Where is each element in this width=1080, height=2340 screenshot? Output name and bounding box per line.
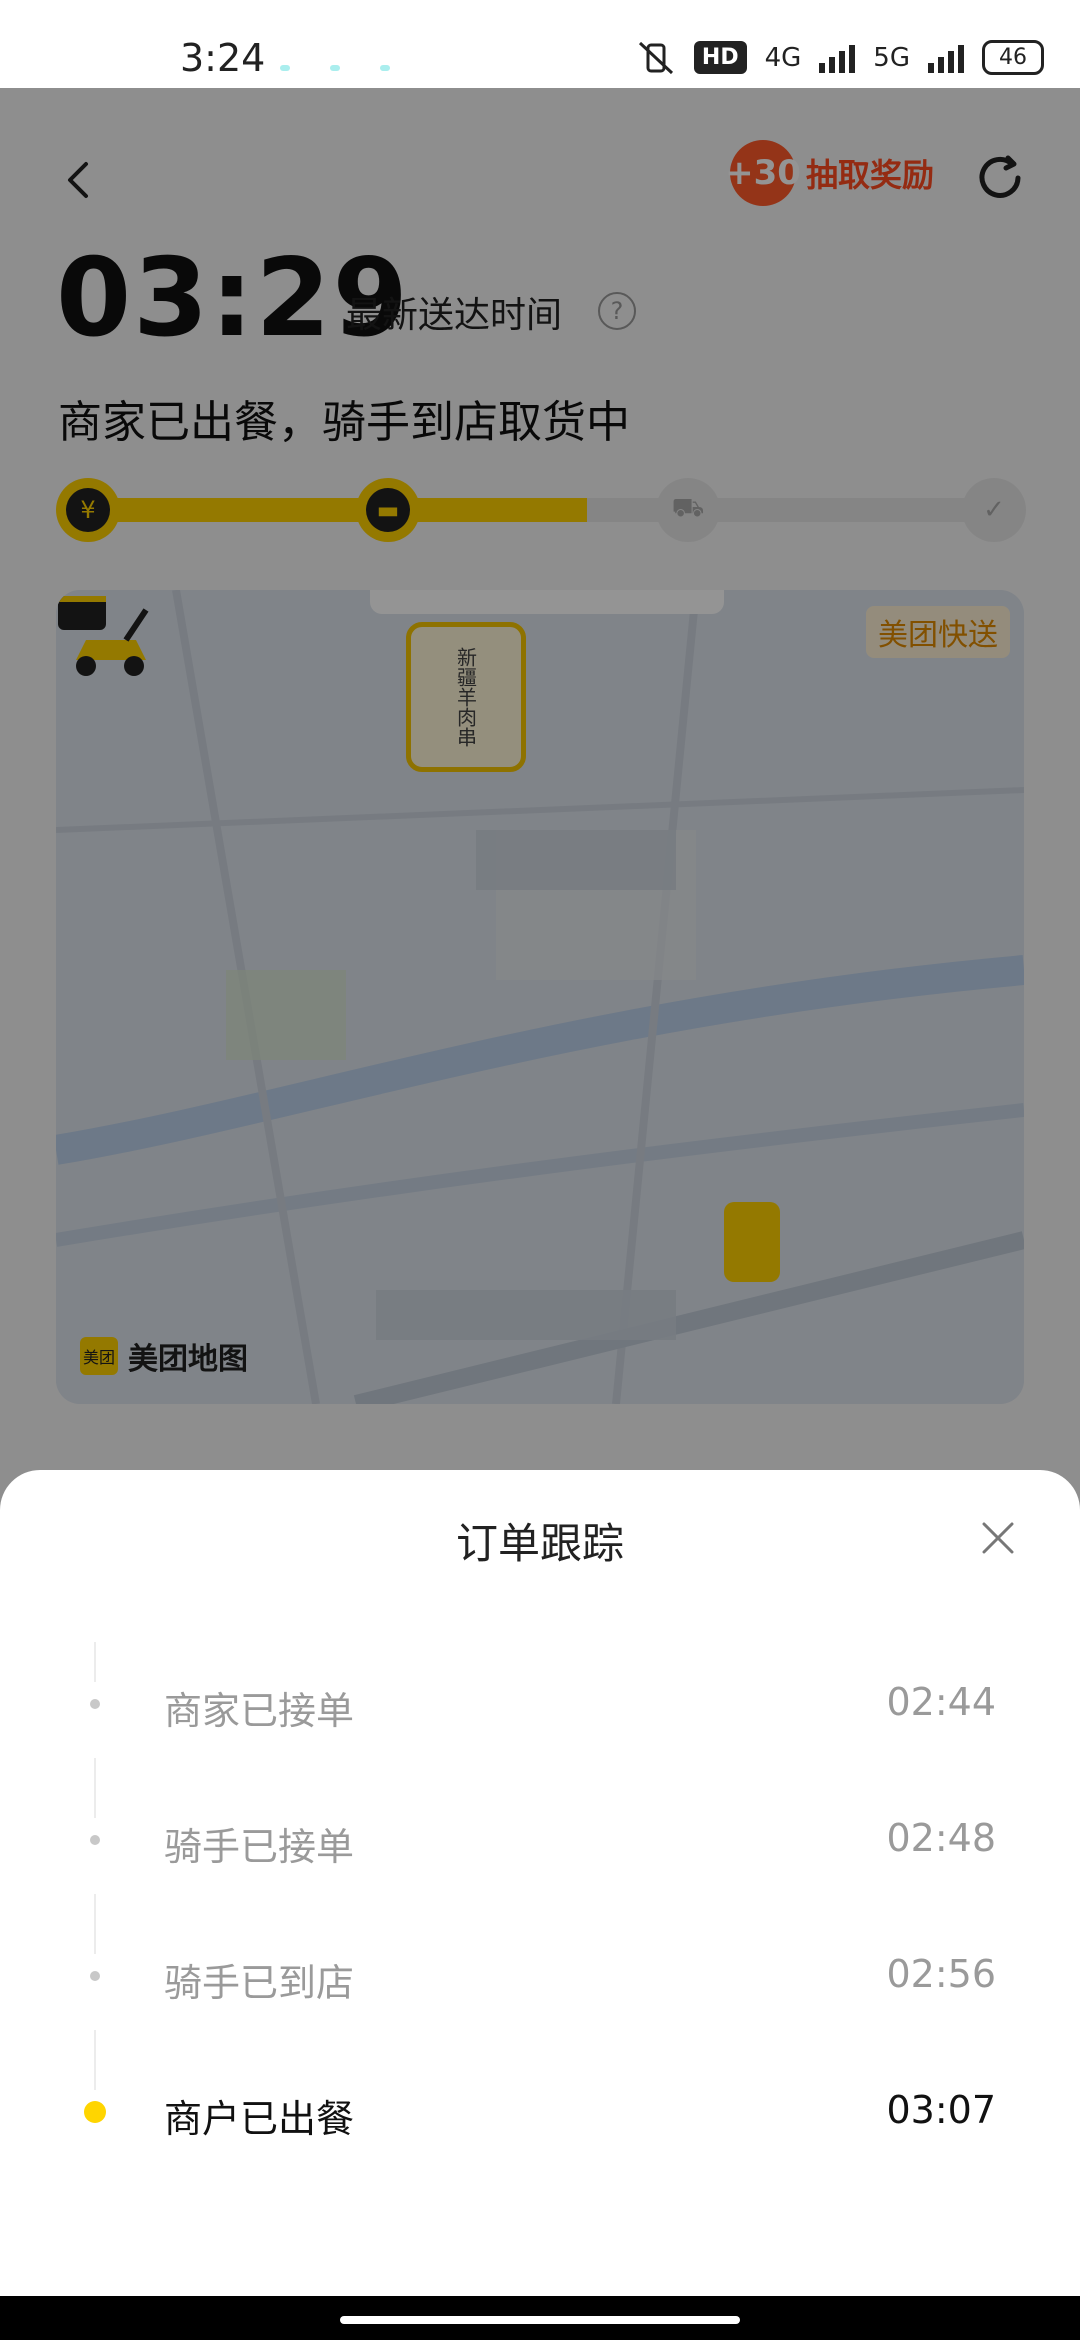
event-time: 02:48: [886, 1816, 996, 1860]
order-tracking-sheet: 订单跟踪 商家已接单 02:44 骑手已接单 02:48 骑手已到店 02:56…: [0, 1470, 1080, 2300]
mute-vibrate-icon: [638, 41, 673, 74]
event-label: 商户已出餐: [164, 2097, 355, 2141]
status-bar: 3:24 HD 4G 5G 46: [0, 0, 1080, 88]
timeline-event: 骑手已到店 02:56: [0, 1942, 1080, 2012]
event-label: 骑手已接单: [164, 1825, 355, 1869]
signal-icon-1: [819, 43, 856, 73]
timeline-dot: [90, 1835, 100, 1845]
sheet-title: 订单跟踪: [455, 1519, 624, 1568]
event-label: 商家已接单: [164, 1689, 355, 1733]
close-icon[interactable]: [976, 1516, 1020, 1560]
status-icons: HD 4G 5G 46: [636, 40, 1044, 75]
timeline-event: 骑手已接单 02:48: [0, 1806, 1080, 1876]
timeline-dot: [84, 2101, 106, 2123]
timeline-dot: [90, 1699, 100, 1709]
system-nav-bar: [0, 2296, 1080, 2340]
battery-icon: 46: [982, 40, 1044, 75]
event-label: 骑手已到店: [164, 1961, 355, 2005]
status-time: 3:24: [180, 36, 266, 80]
event-time: 02:44: [886, 1680, 996, 1724]
hd-badge: HD: [693, 41, 747, 74]
signal-icon-2: [928, 43, 964, 73]
event-time: 02:56: [886, 1952, 996, 1996]
network-4g: 4G: [764, 42, 802, 73]
timeline-event: 商家已接单 02:44: [0, 1670, 1080, 1740]
home-gesture-handle[interactable]: [340, 2316, 740, 2324]
notification-dots: [280, 56, 430, 75]
timeline-dot: [90, 1971, 100, 1981]
timeline-event: 商户已出餐 03:07: [0, 2078, 1080, 2148]
network-5g: 5G: [873, 42, 910, 73]
event-time: 03:07: [886, 2088, 996, 2132]
